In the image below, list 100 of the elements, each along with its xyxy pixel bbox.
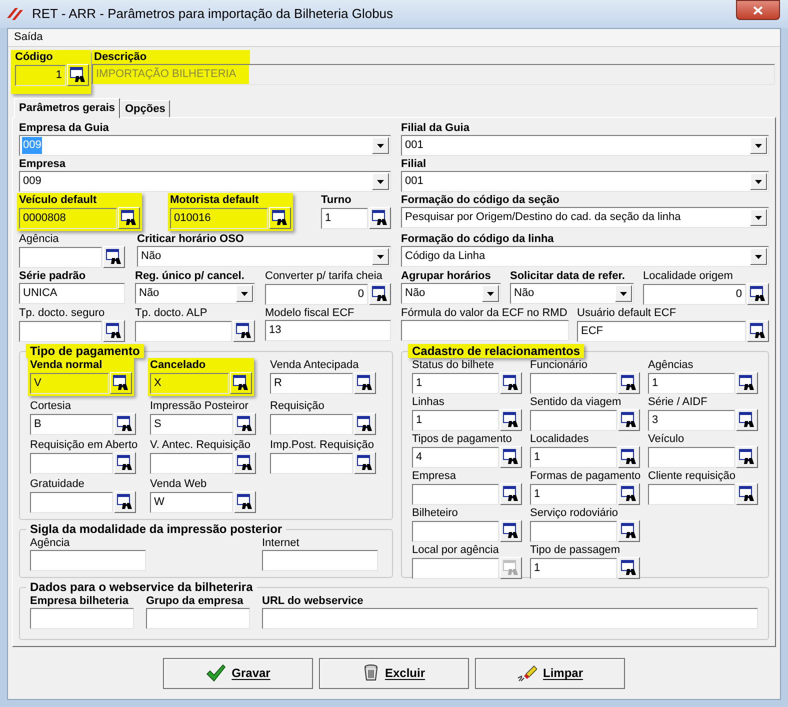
input-field[interactable] — [401, 320, 569, 341]
lookup-button[interactable] — [354, 413, 376, 435]
lookup-button[interactable] — [736, 409, 758, 431]
lookup-button[interactable] — [269, 207, 291, 229]
combo-box[interactable]: Pesquisar por Origem/Destino do cad. da seção da linha — [401, 207, 769, 228]
input-field[interactable] — [530, 520, 617, 542]
dropdown-button[interactable] — [372, 173, 389, 190]
input-field[interactable] — [146, 608, 250, 629]
lookup-button[interactable] — [114, 491, 136, 513]
input-field[interactable] — [270, 452, 353, 474]
dropdown-button[interactable] — [482, 285, 499, 302]
dropdown-button[interactable] — [750, 173, 767, 190]
input-field[interactable] — [19, 320, 102, 342]
dropdown-button[interactable] — [372, 248, 389, 265]
lookup-button[interactable] — [67, 64, 89, 86]
close-button[interactable] — [736, 0, 780, 20]
input-field[interactable]: 1 — [530, 558, 617, 578]
combo-box[interactable]: 009 — [19, 171, 391, 192]
lookup-button[interactable] — [618, 372, 640, 394]
lookup-button[interactable] — [103, 320, 125, 342]
input-field[interactable]: 1 — [530, 446, 617, 468]
input-field[interactable]: 3 — [648, 410, 735, 430]
input-field[interactable] — [19, 246, 102, 268]
input-field[interactable] — [412, 484, 499, 504]
lookup-button[interactable] — [233, 320, 255, 342]
lookup-button[interactable] — [736, 372, 758, 394]
action-button[interactable]: Gravar — [163, 658, 313, 688]
input-field[interactable]: 010016 — [170, 208, 268, 228]
lookup-button[interactable] — [736, 483, 758, 505]
input-field[interactable] — [412, 520, 499, 542]
lookup-button[interactable] — [500, 372, 522, 394]
lookup-button[interactable] — [354, 452, 376, 474]
input-field[interactable]: 1 — [321, 208, 368, 228]
lookup-button[interactable] — [747, 320, 769, 342]
input-field[interactable]: UNICA — [19, 283, 125, 304]
lookup-button[interactable] — [230, 372, 252, 394]
input-field[interactable] — [412, 558, 499, 578]
lookup-button[interactable] — [500, 483, 522, 505]
input-field[interactable]: ECF — [577, 320, 746, 342]
input-field[interactable]: 1 — [412, 410, 499, 430]
dropdown-button[interactable] — [372, 137, 389, 154]
tab[interactable]: Opções — [120, 100, 170, 117]
input-field[interactable]: B — [30, 414, 113, 434]
input-field[interactable] — [262, 608, 758, 629]
lookup-button[interactable] — [618, 483, 640, 505]
input-field[interactable]: R — [270, 372, 353, 394]
input-field[interactable] — [648, 446, 735, 468]
lookup-button[interactable] — [618, 520, 640, 542]
input-field[interactable]: 0000808 — [19, 208, 117, 228]
input-field[interactable]: 0 — [265, 284, 368, 304]
lookup-button[interactable] — [234, 452, 256, 474]
input-field[interactable]: 1 — [15, 64, 66, 86]
combo-box[interactable]: Não — [401, 283, 501, 304]
input-field[interactable] — [135, 320, 232, 342]
input-field[interactable] — [30, 608, 134, 629]
input-field[interactable]: S — [150, 414, 233, 434]
lookup-button[interactable] — [234, 413, 256, 435]
lookup-button[interactable] — [110, 372, 132, 394]
input-field[interactable]: X — [150, 372, 229, 394]
lookup-button[interactable] — [114, 452, 136, 474]
input-field[interactable]: 1 — [530, 484, 617, 504]
input-field[interactable] — [648, 484, 735, 504]
input-field[interactable] — [30, 550, 146, 571]
input-field[interactable] — [270, 414, 353, 434]
lookup-button[interactable] — [500, 446, 522, 468]
lookup-button[interactable] — [369, 283, 391, 305]
input-field[interactable] — [150, 452, 233, 474]
action-button[interactable]: Excluir — [319, 658, 469, 688]
combo-box[interactable]: Não — [510, 283, 634, 304]
combo-box[interactable]: Não — [135, 283, 255, 304]
lookup-button[interactable] — [369, 207, 391, 229]
input-field[interactable]: 13 — [265, 320, 391, 341]
lookup-button[interactable] — [618, 409, 640, 431]
input-field[interactable] — [30, 452, 113, 474]
dropdown-button[interactable] — [236, 285, 253, 302]
input-field[interactable]: W — [150, 492, 233, 512]
lookup-button[interactable] — [354, 372, 376, 394]
combo-box[interactable]: Não — [137, 246, 391, 267]
dropdown-button[interactable] — [750, 209, 767, 226]
input-field[interactable]: 4 — [412, 446, 499, 468]
combo-box[interactable]: 001 — [401, 171, 769, 192]
dropdown-button[interactable] — [615, 285, 632, 302]
input-field[interactable] — [262, 550, 378, 571]
lookup-button[interactable] — [103, 246, 125, 268]
input-field[interactable] — [30, 492, 113, 512]
lookup-button[interactable] — [234, 491, 256, 513]
combo-box[interactable]: Código da Linha — [401, 246, 769, 267]
tab[interactable]: Parâmetros gerais — [14, 98, 120, 118]
action-button[interactable]: Limpar — [475, 658, 625, 688]
input-field[interactable]: 0 — [643, 284, 746, 304]
input-field[interactable]: 1 — [412, 372, 499, 394]
input-field[interactable] — [530, 372, 617, 394]
input-field[interactable] — [530, 410, 617, 430]
lookup-button[interactable] — [618, 446, 640, 468]
combo-box[interactable]: 001 — [401, 135, 769, 156]
lookup-button[interactable] — [736, 446, 758, 468]
lookup-button[interactable] — [500, 409, 522, 431]
menu-item[interactable]: Saída — [14, 29, 43, 46]
input-field[interactable]: V — [30, 372, 109, 394]
lookup-button[interactable] — [118, 207, 140, 229]
